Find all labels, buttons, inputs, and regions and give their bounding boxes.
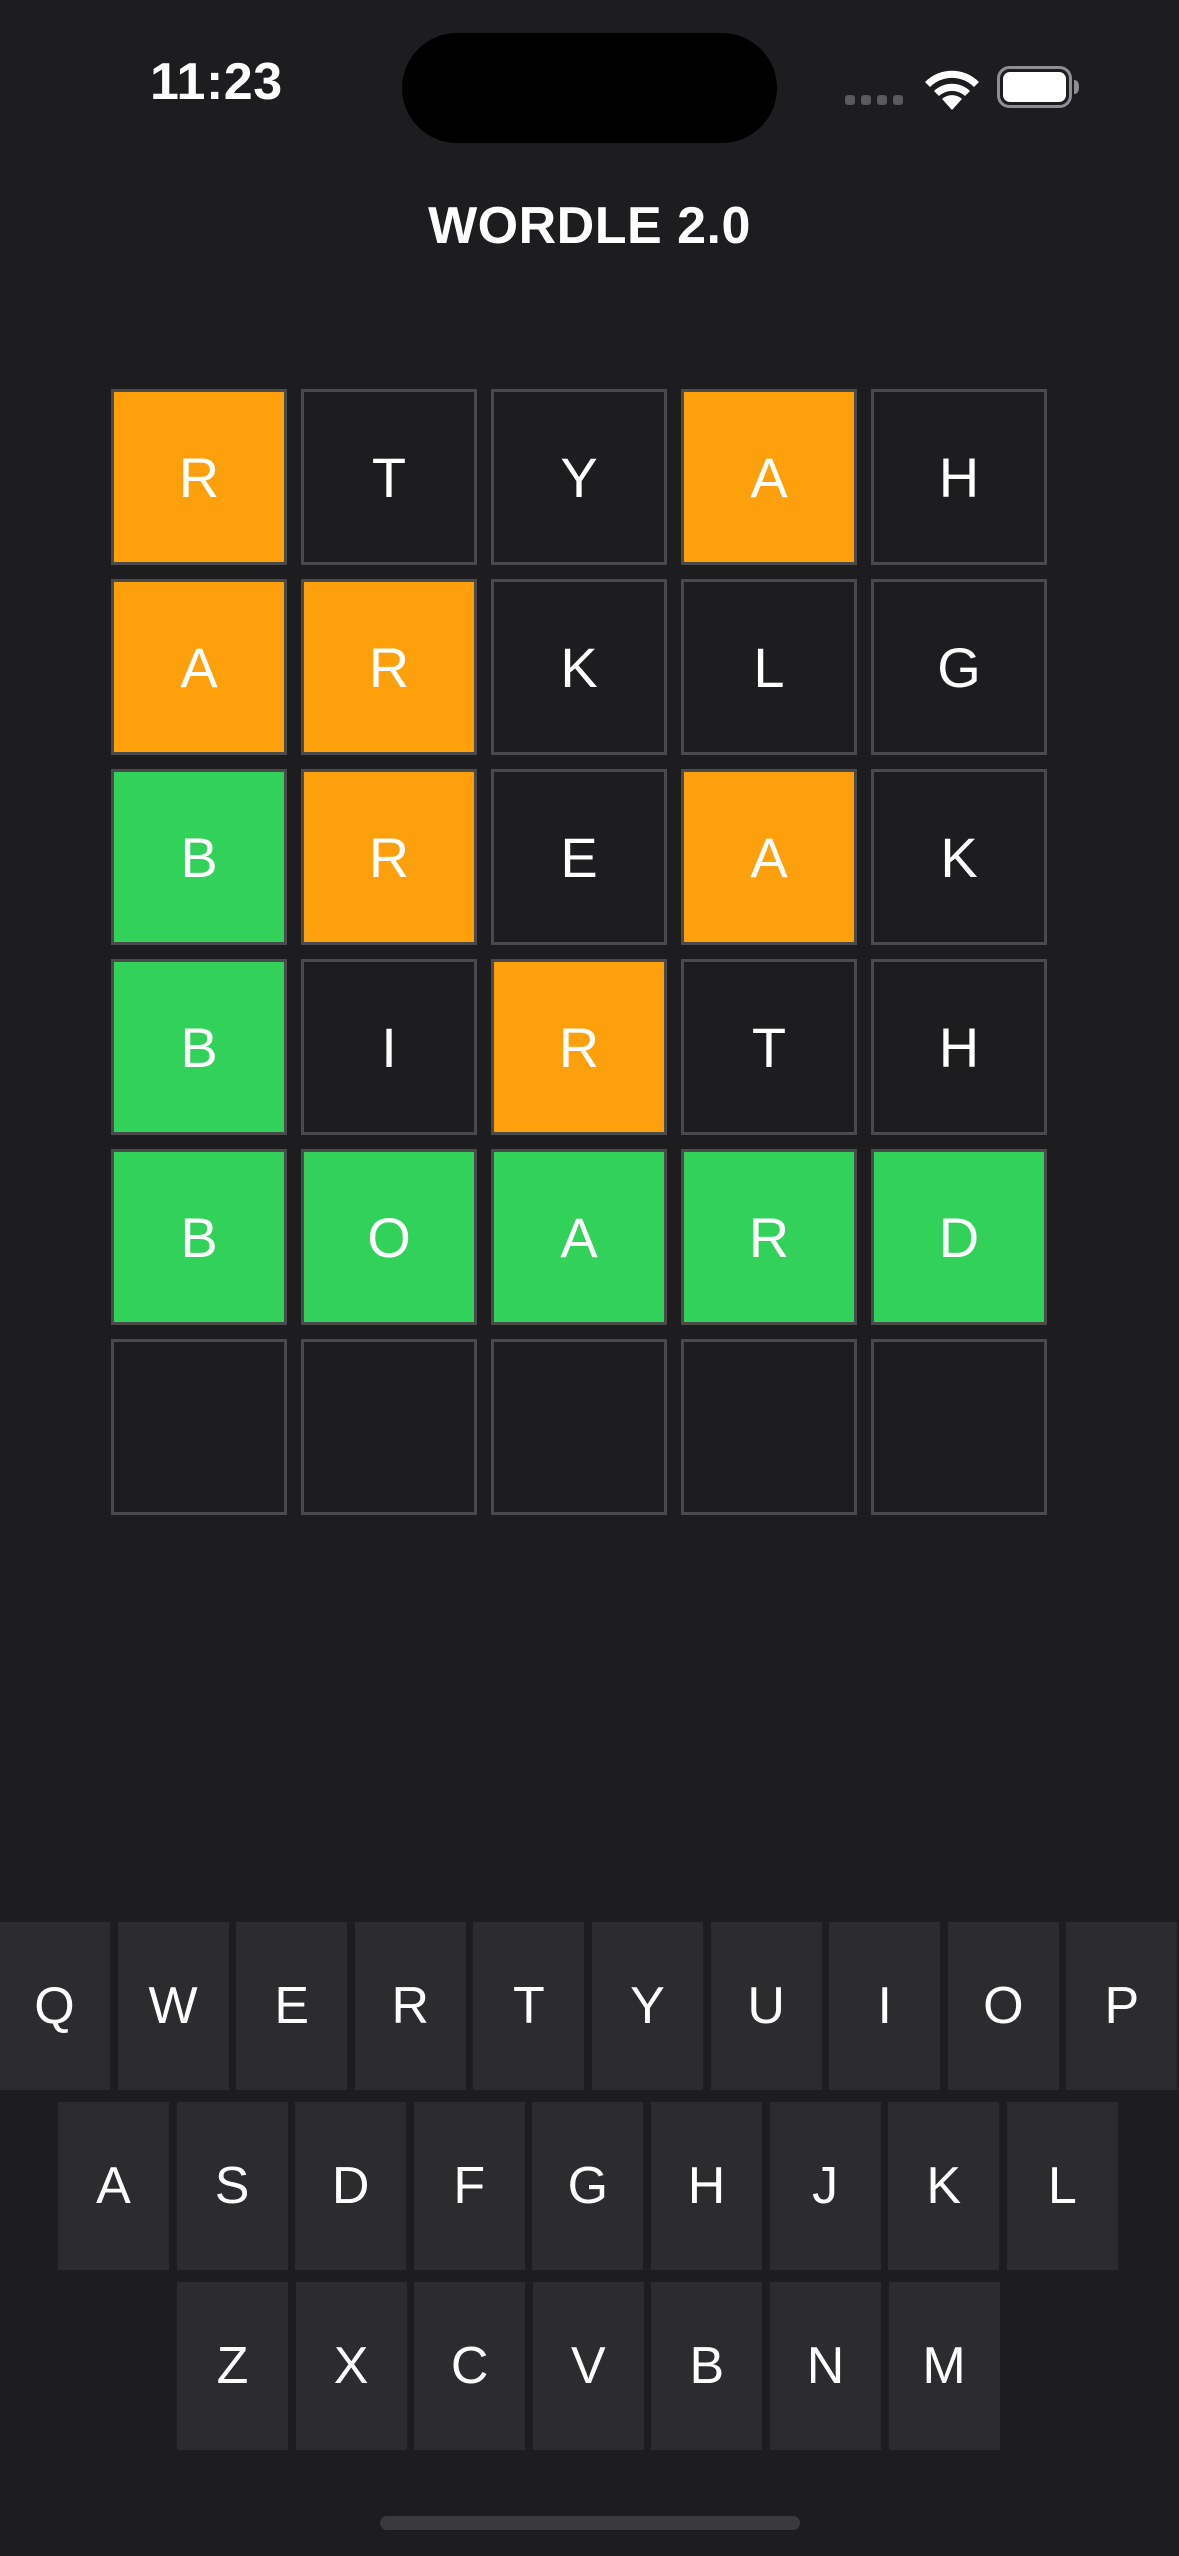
app-screen: 11:23 WORDLE 2.0 RTYAHARKLGBREAKBIRTHBOA… [0, 0, 1179, 2556]
letter-tile: A [111, 579, 287, 755]
letter-tile: H [871, 959, 1047, 1135]
key-y[interactable]: Y [592, 1922, 703, 2090]
page-title: WORDLE 2.0 [428, 197, 751, 255]
key-j[interactable]: J [769, 2102, 881, 2270]
letter-tile: R [111, 389, 287, 565]
board-row: RTYAH [111, 389, 1069, 565]
key-o[interactable]: O [947, 1922, 1059, 2090]
key-u[interactable]: U [710, 1922, 822, 2090]
letter-tile: R [301, 769, 477, 945]
letter-tile: T [301, 389, 477, 565]
key-h[interactable]: H [651, 2102, 762, 2270]
letter-tile: R [681, 1149, 857, 1325]
board-row: ARKLG [111, 579, 1069, 755]
wifi-icon [922, 64, 982, 110]
letter-tile: B [111, 959, 287, 1135]
letter-tile: O [301, 1149, 477, 1325]
letter-tile: D [871, 1149, 1047, 1325]
key-g[interactable]: G [532, 2102, 644, 2270]
letter-tile: K [871, 769, 1047, 945]
key-f[interactable]: F [413, 2102, 525, 2270]
dynamic-island [402, 33, 777, 143]
letter-tile: A [491, 1149, 667, 1325]
letter-tile: Y [491, 389, 667, 565]
letter-tile [871, 1339, 1047, 1515]
key-e[interactable]: E [236, 1922, 348, 2090]
board-row: BOARD [111, 1149, 1069, 1325]
on-screen-keyboard: QWERTYUIOPASDFGHJKLZXCVBNM [0, 1922, 1179, 2462]
letter-tile: E [491, 769, 667, 945]
key-d[interactable]: D [295, 2102, 407, 2270]
board-row [111, 1339, 1069, 1515]
key-q[interactable]: Q [0, 1922, 110, 2090]
key-n[interactable]: N [770, 2282, 881, 2450]
key-s[interactable]: S [176, 2102, 288, 2270]
letter-tile: B [111, 1149, 287, 1325]
key-c[interactable]: C [414, 2282, 526, 2450]
key-m[interactable]: M [888, 2282, 1000, 2450]
status-time: 11:23 [150, 53, 283, 111]
key-b[interactable]: B [651, 2282, 763, 2450]
key-l[interactable]: L [1006, 2102, 1118, 2270]
game-board: RTYAHARKLGBREAKBIRTHBOARD [111, 389, 1069, 1529]
letter-tile: B [111, 769, 287, 945]
letter-tile: L [681, 579, 857, 755]
key-z[interactable]: Z [177, 2282, 288, 2450]
key-i[interactable]: I [829, 1922, 941, 2090]
home-indicator [380, 2516, 800, 2530]
letter-tile [111, 1339, 287, 1515]
battery-icon [997, 66, 1081, 108]
key-w[interactable]: W [117, 1922, 229, 2090]
board-row: BIRTH [111, 959, 1069, 1135]
letter-tile: I [301, 959, 477, 1135]
key-r[interactable]: R [354, 1922, 466, 2090]
letter-tile: G [871, 579, 1047, 755]
letter-tile [301, 1339, 477, 1515]
letter-tile [681, 1339, 857, 1515]
key-a[interactable]: A [58, 2102, 169, 2270]
letter-tile: K [491, 579, 667, 755]
letter-tile: R [301, 579, 477, 755]
keyboard-row: QWERTYUIOP [0, 1922, 1179, 2090]
letter-tile: A [681, 389, 857, 565]
key-t[interactable]: T [473, 1922, 585, 2090]
key-x[interactable]: X [295, 2282, 407, 2450]
letter-tile [491, 1339, 667, 1515]
letter-tile: T [681, 959, 857, 1135]
board-row: BREAK [111, 769, 1069, 945]
key-k[interactable]: K [888, 2102, 1000, 2270]
letter-tile: R [491, 959, 667, 1135]
key-p[interactable]: P [1066, 1922, 1178, 2090]
key-v[interactable]: V [532, 2282, 644, 2450]
cellular-signal-icon [845, 95, 905, 107]
letter-tile: A [681, 769, 857, 945]
keyboard-row: ZXCVBNM [0, 2282, 1179, 2450]
keyboard-row: ASDFGHJKL [0, 2102, 1179, 2270]
letter-tile: H [871, 389, 1047, 565]
